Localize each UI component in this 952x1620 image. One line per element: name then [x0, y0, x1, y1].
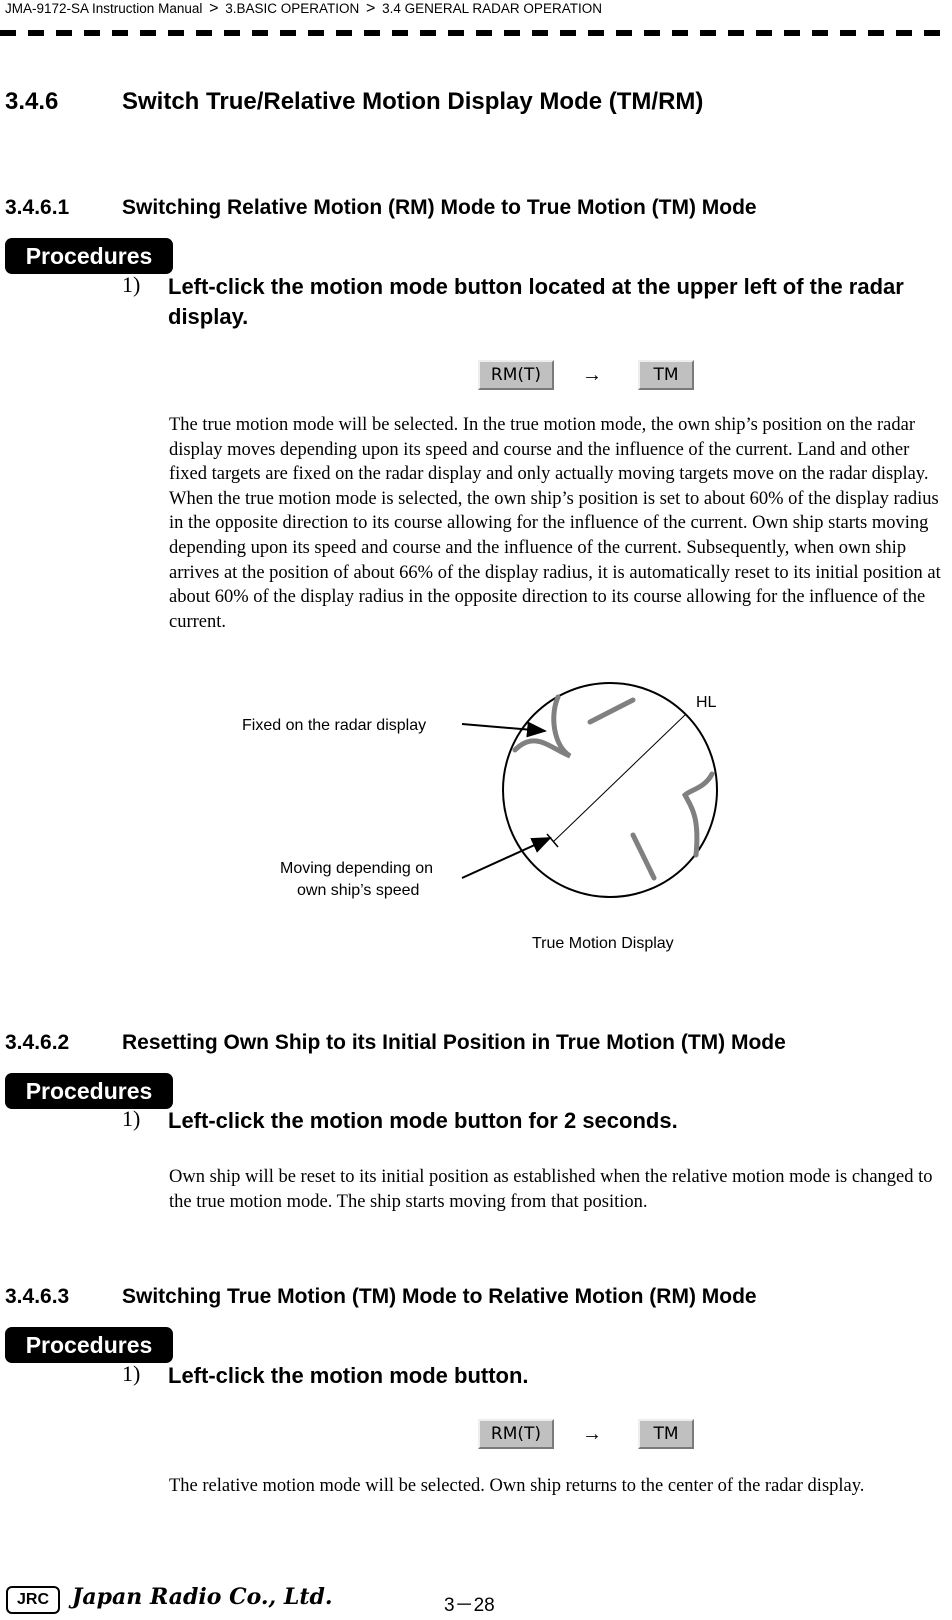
label-moving-2: own ship’s speed — [297, 882, 419, 899]
label-moving-1: Moving depending on — [280, 860, 433, 877]
page-number: 3－28 — [444, 1595, 495, 1616]
description-paragraph: The true motion mode will be selected. I… — [169, 415, 941, 632]
description-paragraph: Own ship will be reset to its initial po… — [169, 1167, 933, 1212]
fixed-target-coast — [681, 771, 715, 858]
step-text: Left-click the motion mode button. — [168, 1363, 529, 1388]
breadcrumb-item-chapter[interactable]: 3.BASIC OPERATION — [225, 1, 359, 16]
step-number: 1) — [122, 1106, 141, 1131]
step-text: Left-click the motion mode button locate… — [168, 274, 904, 329]
rm-t-button[interactable]: RM(T) — [478, 1419, 554, 1449]
label-fixed: Fixed on the radar display — [242, 717, 426, 734]
button-transition: RM(T) → TM — [478, 1419, 694, 1449]
brand-logo: Japan Radio Co., Ltd. — [72, 1584, 333, 1610]
procedures-badge: Procedures — [5, 238, 173, 274]
true-motion-figure: Fixed on the radar display Moving depend… — [220, 670, 740, 965]
rm-t-button[interactable]: RM(T) — [478, 360, 554, 390]
description-paragraph: The relative motion mode will be selecte… — [169, 1476, 865, 1496]
moving-target-line — [630, 832, 657, 881]
own-ship-marker — [546, 833, 559, 848]
subsection-heading: 3.4.6.3 Switching True Motion (TM) Mode t… — [5, 1285, 757, 1308]
subsection-heading: 3.4.6.1 Switching Relative Motion (RM) Mo… — [5, 196, 757, 219]
procedures-badge: Procedures — [5, 1327, 173, 1363]
breadcrumb-separator: > — [209, 0, 219, 17]
fixed-arrow — [461, 721, 547, 738]
fixed-target-line — [587, 697, 636, 725]
jrc-logo: JRC — [6, 1586, 60, 1614]
button-transition: RM(T) → TM — [478, 360, 694, 390]
step-number: 1) — [122, 272, 141, 297]
header-divider — [0, 30, 952, 36]
breadcrumb-item-section[interactable]: 3.4 GENERAL RADAR OPERATION — [382, 1, 602, 16]
page-footer: JRC Japan Radio Co., Ltd. 3－28 — [0, 1584, 952, 1620]
heading-line — [552, 713, 687, 843]
label-hl: HL — [696, 694, 717, 711]
step-number: 1) — [122, 1361, 141, 1386]
breadcrumb-item-manual[interactable]: JMA-9172-SA Instruction Manual — [5, 1, 202, 16]
breadcrumb: JMA-9172-SA Instruction Manual > 3.BASIC… — [5, 0, 602, 18]
subsection-heading: 3.4.6.2 Resetting Own Ship to its Initial… — [5, 1031, 786, 1054]
tm-button[interactable]: TM — [638, 1419, 694, 1449]
step-text: Left-click the motion mode button for 2 … — [168, 1108, 678, 1133]
moving-arrow — [461, 837, 552, 879]
arrow-right-icon: → — [582, 1422, 602, 1445]
breadcrumb-separator: > — [366, 0, 376, 17]
section-heading: 3.4.6 Switch True/Relative Motion Display… — [5, 88, 704, 115]
procedures-badge: Procedures — [5, 1073, 173, 1109]
tm-button[interactable]: TM — [638, 360, 694, 390]
arrow-right-icon: → — [582, 363, 602, 386]
figure-caption: True Motion Display — [532, 935, 674, 952]
